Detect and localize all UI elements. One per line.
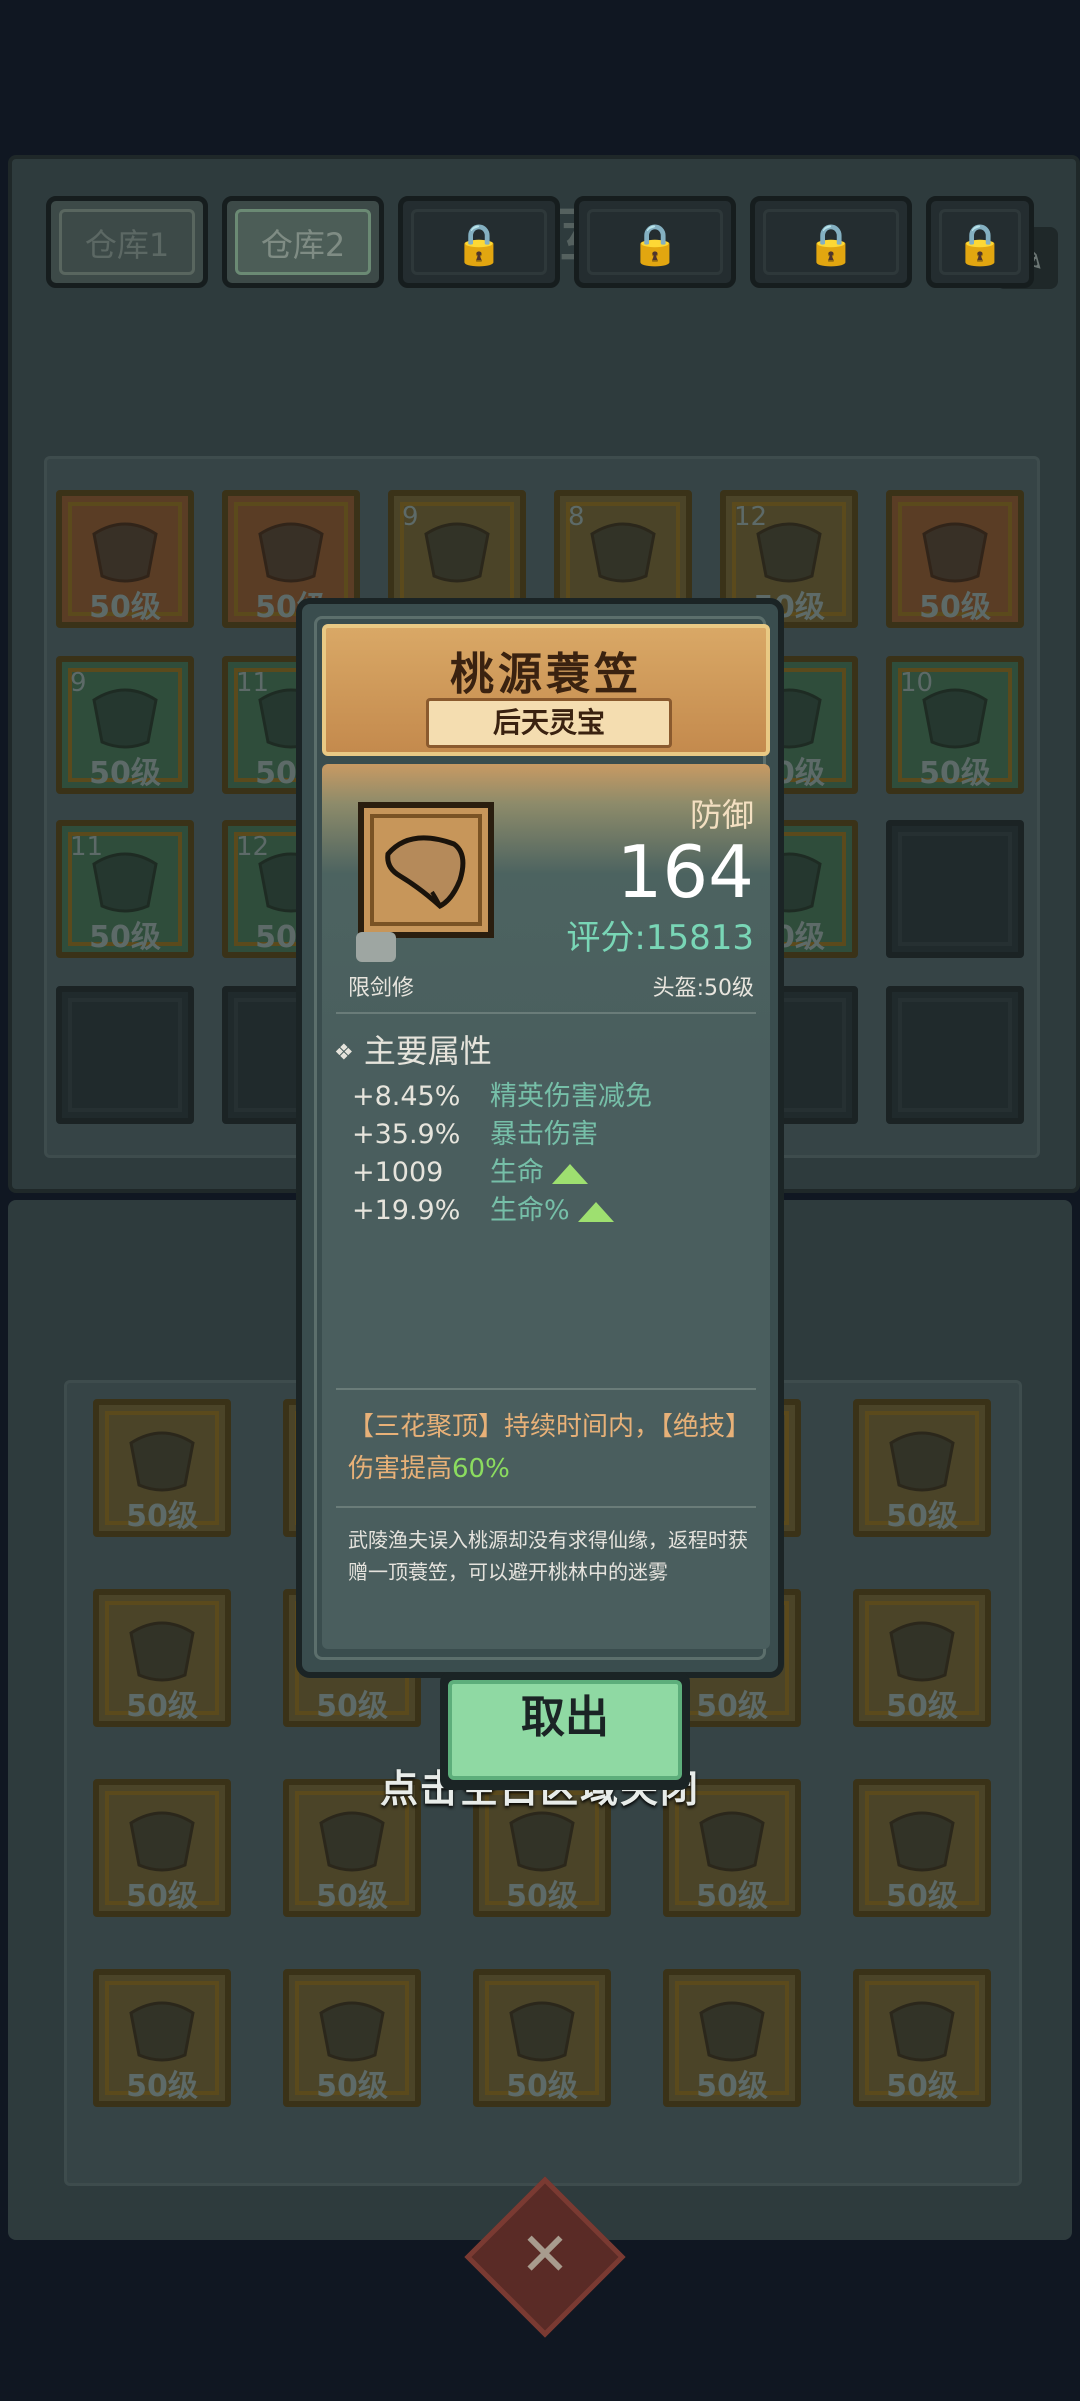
lock-icon	[356, 932, 396, 962]
stat-value: 164	[616, 830, 754, 914]
score: 评分:15813	[566, 918, 754, 958]
skill-value: 60%	[452, 1454, 510, 1484]
title-banner: 桃源蓑笠 后天灵宝	[322, 624, 770, 756]
attribute-name: 生命	[490, 1157, 544, 1188]
attribute-value: +35.9%	[352, 1119, 461, 1150]
attribute-row: +1009 生命	[352, 1150, 588, 1189]
attribute-row: +35.9% 暴击伤害	[352, 1112, 598, 1151]
attribute-value: +8.45%	[352, 1081, 461, 1112]
take-out-button[interactable]: 取出	[440, 1672, 690, 1790]
attribute-name: 暴击伤害	[490, 1119, 598, 1150]
divider	[336, 1506, 756, 1508]
straw-hat-icon	[358, 802, 494, 938]
diamond-icon: ❖	[334, 1040, 354, 1066]
attributes-heading: ❖ 主要属性	[334, 1026, 492, 1072]
attribute-name: 生命%	[490, 1195, 570, 1226]
item-grade: 后天灵宝	[426, 698, 672, 748]
attribute-row: +19.9% 生命%	[352, 1188, 614, 1227]
item-description: 武陵渔夫误入桃源却没有求得仙缘，返程时获赠一顶蓑笠，可以避开桃林中的迷雾	[348, 1528, 748, 1584]
item-detail-popup: 桃源蓑笠 后天灵宝 防御 164 评分:15813 限剑修 头盔:50级 ❖ 主…	[296, 598, 784, 1790]
attribute-value: +19.9%	[352, 1195, 461, 1226]
arrow-up-icon	[577, 1201, 614, 1222]
arrow-up-icon	[552, 1163, 588, 1184]
attribute-value: +1009	[352, 1157, 444, 1188]
attributes-heading-label: 主要属性	[363, 1032, 492, 1070]
info-area: 防御 164 评分:15813 限剑修 头盔:50级 ❖ 主要属性 +8.45%…	[322, 764, 770, 1790]
divider	[336, 1388, 756, 1390]
slot-level: 头盔:50级	[652, 976, 754, 1001]
divider	[336, 1012, 756, 1014]
class-restriction: 限剑修	[348, 976, 415, 1001]
attribute-name: 精英伤害减免	[490, 1081, 652, 1112]
skill-text-main: 【三花聚顶】持续时间内，【绝技】伤害提高	[348, 1412, 739, 1484]
take-out-label: 取出	[521, 1692, 609, 1743]
attribute-row: +8.45% 精英伤害减免	[352, 1074, 652, 1113]
item-name: 桃源蓑笠	[450, 649, 642, 700]
skill-text: 【三花聚顶】持续时间内，【绝技】伤害提高60%	[348, 1406, 750, 1490]
